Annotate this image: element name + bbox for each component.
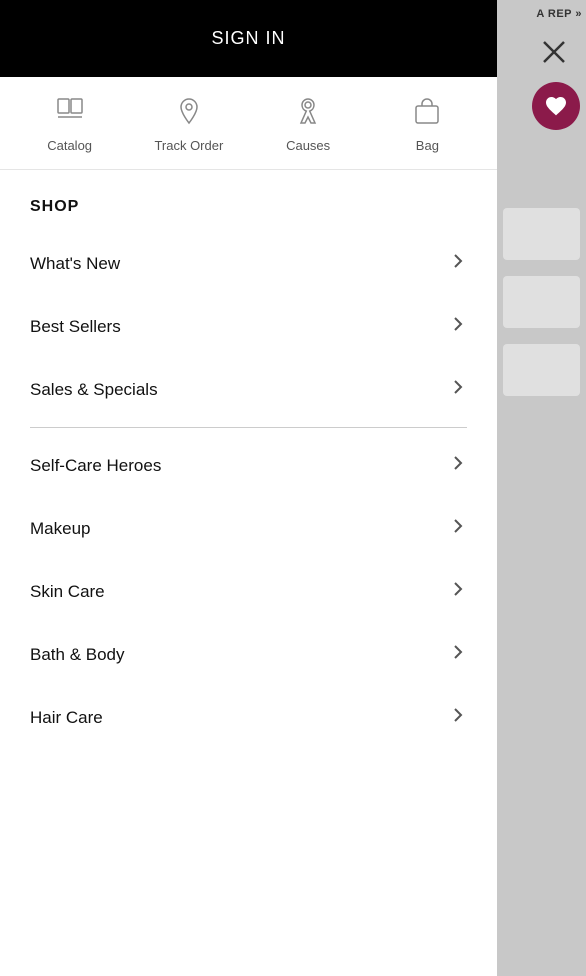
track-order-label: Track Order	[154, 138, 223, 153]
menu-item-best-sellers[interactable]: Best Sellers	[0, 295, 497, 358]
menu-item-sales-specials[interactable]: Sales & Specials	[0, 358, 497, 421]
shop-heading: SHOP	[0, 170, 497, 232]
menu-item-bath-body[interactable]: Bath & Body	[0, 623, 497, 686]
chevron-right-icon	[449, 643, 467, 666]
bag-label: Bag	[416, 138, 439, 153]
chevron-right-icon	[449, 580, 467, 603]
chevron-right-icon	[449, 517, 467, 540]
causes-label: Causes	[286, 138, 330, 153]
catalog-label: Catalog	[47, 138, 92, 153]
menu-item-hair-care[interactable]: Hair Care	[0, 686, 497, 749]
right-panel: A REP »	[497, 0, 586, 976]
skin-care-label: Skin Care	[30, 582, 105, 602]
menu-item-whats-new[interactable]: What's New	[0, 232, 497, 295]
nav-bag[interactable]: Bag	[387, 95, 467, 153]
close-button[interactable]	[532, 30, 576, 74]
location-icon	[173, 95, 205, 132]
hair-care-label: Hair Care	[30, 708, 103, 728]
become-rep-label: A REP »	[532, 0, 586, 24]
navigation-drawer: SIGN IN Catalog Track Order	[0, 0, 497, 976]
nav-track-order[interactable]: Track Order	[149, 95, 229, 153]
chevron-right-icon	[449, 454, 467, 477]
sales-specials-label: Sales & Specials	[30, 380, 158, 400]
chevron-right-icon	[449, 315, 467, 338]
whats-new-label: What's New	[30, 254, 120, 274]
heart-icon	[544, 94, 568, 118]
best-sellers-label: Best Sellers	[30, 317, 121, 337]
chevron-right-icon	[449, 252, 467, 275]
nav-causes[interactable]: Causes	[268, 95, 348, 153]
menu-item-makeup[interactable]: Makeup	[0, 497, 497, 560]
self-care-heroes-label: Self-Care Heroes	[30, 456, 161, 476]
chevron-right-icon	[449, 378, 467, 401]
shop-section: SHOP What's New Best Sellers Sales & Spe…	[0, 170, 497, 976]
nav-catalog[interactable]: Catalog	[30, 95, 110, 153]
sign-in-button[interactable]: SIGN IN	[0, 0, 497, 77]
menu-item-skin-care[interactable]: Skin Care	[0, 560, 497, 623]
makeup-label: Makeup	[30, 519, 90, 539]
chevron-right-icon	[449, 706, 467, 729]
wishlist-button[interactable]	[532, 82, 580, 130]
catalog-icon	[54, 95, 86, 132]
nav-icons-row: Catalog Track Order Causes	[0, 77, 497, 170]
bg-form-fields	[497, 200, 586, 404]
ribbon-icon	[292, 95, 324, 132]
menu-divider	[30, 427, 467, 428]
menu-item-self-care-heroes[interactable]: Self-Care Heroes	[0, 434, 497, 497]
close-icon	[540, 38, 568, 66]
bag-icon	[411, 95, 443, 132]
bath-body-label: Bath & Body	[30, 645, 125, 665]
